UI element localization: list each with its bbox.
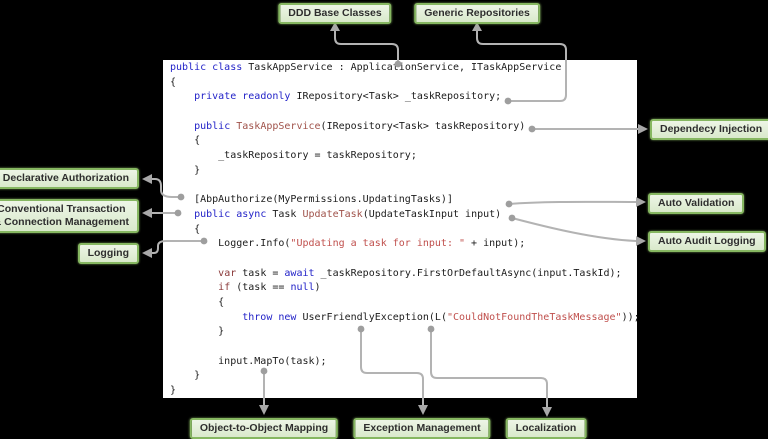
callout-line: Conventional Transaction bbox=[0, 203, 129, 216]
callout-dependency-injection: Dependecy Injection bbox=[650, 119, 768, 140]
code-line: input.MapTo(task); bbox=[170, 355, 632, 370]
connector-ddd-base-classes bbox=[335, 29, 398, 64]
callout-localization: Localization bbox=[506, 418, 587, 439]
arrow-left-logging bbox=[142, 248, 152, 258]
code-line: var task = await _taskRepository.FirstOr… bbox=[170, 267, 632, 282]
code-line: public async Task UpdateTask(UpdateTaskI… bbox=[170, 208, 632, 223]
code-line: { bbox=[170, 223, 632, 238]
callout-logging: Logging bbox=[78, 243, 139, 264]
callout-object-mapping: Object-to-Object Mapping bbox=[190, 418, 338, 439]
arrow-right-validation bbox=[636, 197, 646, 207]
code-line: private readonly IRepository<Task> _task… bbox=[170, 90, 632, 105]
callout-generic-repositories: Generic Repositories bbox=[414, 3, 540, 24]
code-line: } bbox=[170, 369, 632, 384]
code-line: if (task == null) bbox=[170, 281, 632, 296]
code-line: _taskRepository = taskRepository; bbox=[170, 149, 632, 164]
code-line: public TaskAppService(IRepository<Task> … bbox=[170, 120, 632, 135]
arrow-down-mapping bbox=[259, 405, 269, 415]
callout-line: & Connection Management bbox=[0, 216, 129, 229]
code-line: [AbpAuthorize(MyPermissions.UpdatingTask… bbox=[170, 193, 632, 208]
arrow-down-exception bbox=[418, 405, 428, 415]
code-line: } bbox=[170, 164, 632, 179]
code-line: public class TaskAppService : Applicatio… bbox=[170, 61, 632, 76]
code-line: { bbox=[170, 76, 632, 91]
code-line bbox=[170, 252, 632, 267]
code-line: throw new UserFriendlyException(L("Could… bbox=[170, 311, 632, 326]
code-line: { bbox=[170, 134, 632, 149]
callout-exception-management: Exception Management bbox=[353, 418, 490, 439]
code-line: Logger.Info("Updating a task for input: … bbox=[170, 237, 632, 252]
arrow-down-localization bbox=[542, 407, 552, 417]
arrow-left-conventional bbox=[142, 208, 152, 218]
code-line bbox=[170, 340, 632, 355]
callout-declarative-authorization: Declarative Authorization bbox=[0, 168, 139, 189]
callout-auto-audit-logging: Auto Audit Logging bbox=[648, 231, 766, 252]
code-line: } bbox=[170, 325, 632, 340]
arrow-left-declarative bbox=[142, 174, 152, 184]
arrow-right-dependency bbox=[638, 124, 648, 134]
code-block: public class TaskAppService : Applicatio… bbox=[170, 61, 632, 399]
annotated-code-diagram: public class TaskAppService : Applicatio… bbox=[0, 0, 768, 439]
callout-ddd-base-classes: DDD Base Classes bbox=[278, 3, 391, 24]
code-line bbox=[170, 179, 632, 194]
callout-conventional-transaction: Conventional Transaction & Connection Ma… bbox=[0, 199, 139, 233]
code-line: } bbox=[170, 384, 632, 399]
arrow-right-audit bbox=[636, 236, 646, 246]
code-line: { bbox=[170, 296, 632, 311]
callout-auto-validation: Auto Validation bbox=[648, 193, 744, 214]
code-line bbox=[170, 105, 632, 120]
